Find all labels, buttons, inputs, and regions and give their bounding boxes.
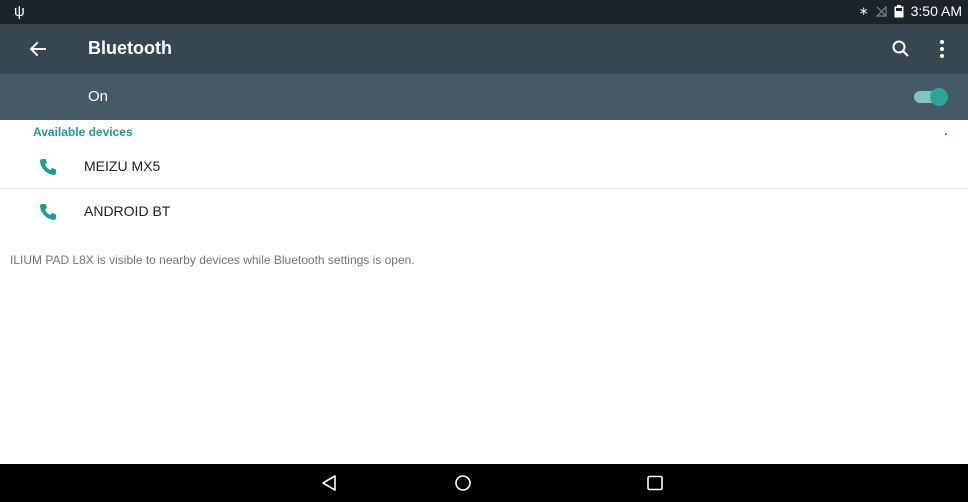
switch-thumb <box>930 88 948 106</box>
battery-icon <box>894 4 904 17</box>
scanning-progress-indicator <box>945 133 947 135</box>
section-header: Available devices <box>33 125 133 139</box>
device-item[interactable]: MEIZU MX5 <box>0 145 968 189</box>
recents-square-icon[interactable] <box>644 473 666 493</box>
usb-icon: ψ <box>14 3 25 20</box>
bluetooth-switch[interactable] <box>912 88 948 106</box>
page-title: Bluetooth <box>88 38 172 58</box>
bluetooth-icon: ∗ <box>858 4 869 18</box>
phone-icon <box>40 204 56 220</box>
bluetooth-toggle-row[interactable]: On <box>0 74 968 120</box>
more-vert-icon[interactable] <box>932 36 952 62</box>
home-circle-icon[interactable] <box>452 473 474 493</box>
status-icons: ∗ 3:50 AM <box>859 3 962 19</box>
toggle-label: On <box>88 88 109 105</box>
navigation-bar <box>0 464 968 502</box>
phone-icon <box>40 159 56 175</box>
back-triangle-icon[interactable] <box>318 473 340 493</box>
search-icon[interactable] <box>888 36 914 62</box>
back-arrow-icon[interactable] <box>24 35 52 63</box>
device-name: ANDROID BT <box>84 203 171 219</box>
app-bar: Bluetooth <box>0 24 968 74</box>
device-name: MEIZU MX5 <box>84 158 161 174</box>
device-item[interactable]: ANDROID BT <box>0 190 968 234</box>
status-time: 3:50 AM <box>910 3 962 19</box>
no-signal-icon <box>875 5 887 17</box>
status-bar: ψ ∗ 3:50 AM <box>0 0 968 24</box>
visibility-note: ILIUM PAD L8X is visible to nearby devic… <box>10 253 415 267</box>
